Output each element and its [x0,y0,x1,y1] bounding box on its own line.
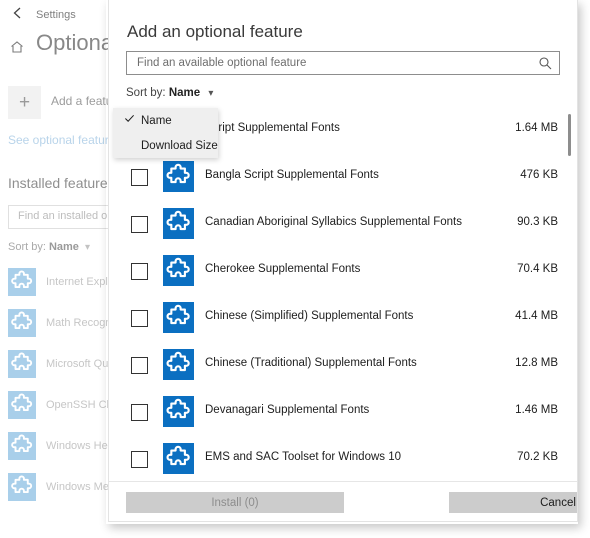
puzzle-piece-icon [163,161,194,192]
sort-menu-item[interactable]: Download Size [114,134,218,159]
install-button[interactable]: Install (0) [126,492,344,513]
feature-row[interactable]: Cherokee Supplemental Fonts 70.4 KB [118,249,570,296]
feature-row[interactable]: Chinese (Traditional) Supplemental Fonts… [118,343,570,390]
sort-by-dropdown-menu[interactable]: Name Download Size [113,108,218,158]
feature-checkbox[interactable] [131,263,148,280]
home-icon[interactable] [8,39,26,57]
feature-list-scrollbar-thumb[interactable] [568,114,571,156]
dialog-divider [109,481,577,482]
settings-app-name: Settings [36,9,76,21]
dialog-title: Add an optional feature [127,22,303,41]
installed-features-heading: Installed features [8,175,115,191]
feature-list-scrollbar[interactable] [566,110,573,478]
feature-download-size: 70.4 KB [517,263,558,275]
feature-name: Cherokee Supplemental Fonts [205,263,361,275]
feature-checkbox[interactable] [131,451,148,468]
feature-download-size: 476 KB [520,169,558,181]
feature-row[interactable]: Canadian Aboriginal Syllabics Supplement… [118,202,570,249]
feature-name: EMS and SAC Toolset for Windows 10 [205,451,402,463]
feature-download-size: 1.64 MB [515,122,558,134]
puzzle-piece-icon [8,432,36,460]
feature-name: Canadian Aboriginal Syllabics Supplement… [205,216,462,228]
feature-name: Script Supplemental Fonts [205,122,340,134]
available-features-list[interactable]: Script Supplemental Fonts 1.64 MB Bangla S… [118,108,570,478]
feature-name: Devanagari Supplemental Fonts [205,404,370,416]
feature-checkbox[interactable] [131,310,148,327]
plus-icon: + [8,86,41,119]
feature-checkbox[interactable] [131,216,148,233]
feature-name: Chinese (Traditional) Supplemental Fonts [205,357,417,369]
puzzle-piece-icon [8,268,36,296]
sort-by-prefix: Sort by: [126,87,166,99]
puzzle-piece-icon [163,349,194,380]
feature-row[interactable]: EMS and SAC Toolset for Windows 10 70.2 K… [118,437,570,478]
feature-download-size: 12.8 MB [515,357,558,369]
puzzle-piece-icon [8,350,36,378]
feature-checkbox[interactable] [131,404,148,421]
feature-checkbox[interactable] [131,357,148,374]
search-icon[interactable] [538,56,552,70]
puzzle-piece-icon [163,396,194,427]
puzzle-piece-icon [8,473,36,501]
feature-name: Bangla Script Supplemental Fonts [205,169,379,181]
feature-row[interactable]: Chinese (Simplified) Supplemental Fonts 4… [118,296,570,343]
feature-download-size: 1.46 MB [515,404,558,416]
sort-by-control[interactable]: Sort by: Name ▾ [126,87,213,99]
installed-sort-by-control[interactable]: Sort by: Name ▾ [8,241,90,253]
add-optional-feature-dialog: Add an optional feature Find an availabl… [108,0,578,522]
feature-checkbox[interactable] [131,169,148,186]
puzzle-piece-icon [163,443,194,474]
puzzle-piece-icon [163,255,194,286]
back-arrow-icon[interactable] [8,5,28,25]
cancel-button[interactable]: Cancel [449,492,577,513]
puzzle-piece-icon [8,391,36,419]
sort-menu-item-label: Download Size [141,140,218,152]
sort-menu-item-label: Name [141,115,172,127]
puzzle-piece-icon [163,208,194,239]
feature-search-placeholder: Find an available optional feature [137,57,307,69]
installed-sort-prefix: Sort by: [8,241,46,253]
feature-name: Chinese (Simplified) Supplemental Fonts [205,310,414,322]
sort-by-value: Name [168,87,201,99]
checkmark-icon [122,109,136,134]
feature-download-size: 90.3 KB [517,216,558,228]
sort-menu-item[interactable]: Name [114,109,217,134]
feature-row[interactable]: Devanagari Supplemental Fonts 1.46 MB [118,390,570,437]
feature-download-size: 41.4 MB [515,310,558,322]
puzzle-piece-icon [163,302,194,333]
feature-download-size: 70.2 KB [517,451,558,463]
feature-row[interactable]: Bangla Script Supplemental Fonts 476 KB [118,155,570,202]
feature-search-input[interactable]: Find an available optional feature [126,51,560,75]
chevron-down-icon: ▾ [85,242,91,253]
chevron-down-icon: ▾ [208,88,214,99]
puzzle-piece-icon [8,309,36,337]
installed-sort-value: Name [48,241,79,253]
